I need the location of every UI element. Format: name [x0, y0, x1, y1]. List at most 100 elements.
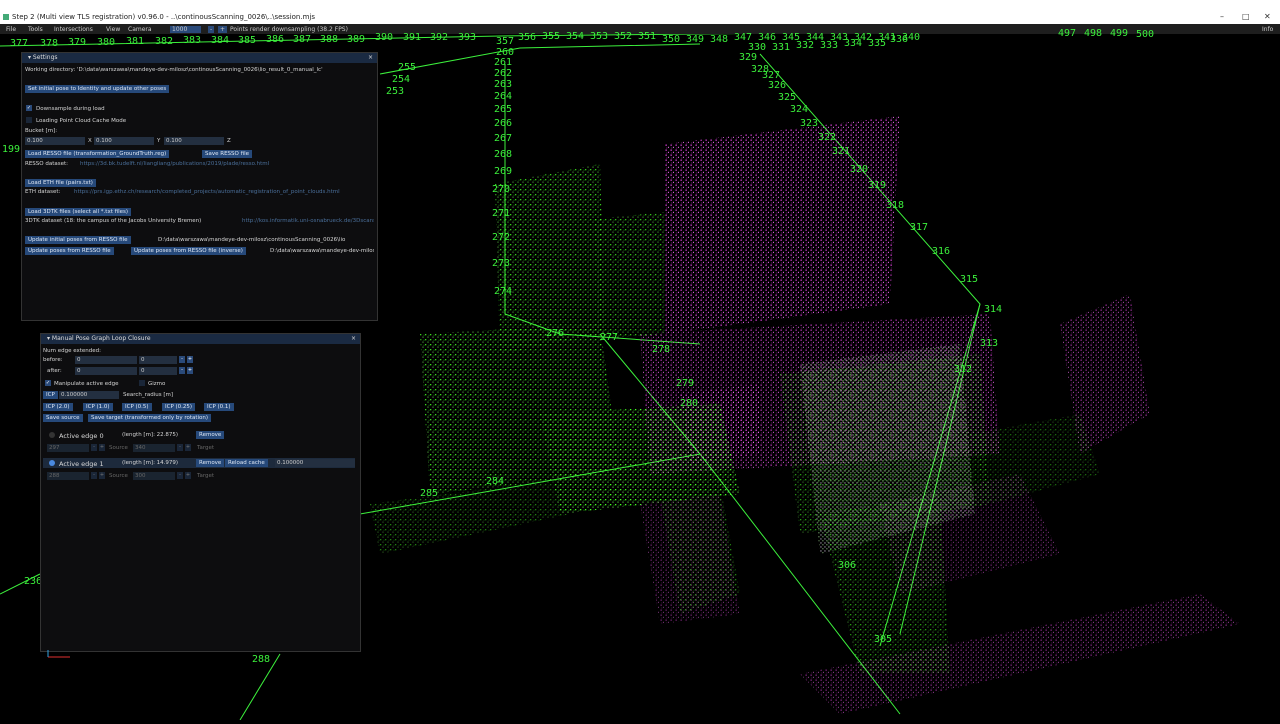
- downsample-checkbox[interactable]: ✓: [26, 105, 32, 111]
- menu-file[interactable]: File: [6, 26, 16, 33]
- edge-1-reload-value[interactable]: 0.100000: [275, 459, 355, 467]
- source-building-mid: [595, 212, 665, 339]
- update-poses-button[interactable]: Update poses from RESSO file: [25, 247, 114, 255]
- pose-index-393: 393: [458, 32, 477, 43]
- pose-index-315: 315: [960, 274, 979, 285]
- edge-1-target-plus[interactable]: +: [185, 472, 191, 479]
- pose-index-312: 312: [954, 364, 973, 375]
- edge-0-target-plus[interactable]: +: [185, 444, 191, 451]
- resso-dataset-link[interactable]: https://3d.bk.tudelft.nl/liangliang/publ…: [80, 161, 269, 167]
- edge-0-remove-button[interactable]: Remove: [196, 431, 225, 439]
- pose-index-272: 272: [492, 232, 511, 243]
- edge-1-radio[interactable]: [49, 460, 55, 466]
- edge-0-target-minus[interactable]: -: [177, 444, 183, 451]
- pose-index-277: 277: [600, 332, 619, 343]
- camera-speed-plus[interactable]: +: [218, 26, 228, 33]
- pose-index-279: 279: [676, 378, 695, 389]
- set-identity-button[interactable]: Set initial pose to Identity and update …: [25, 85, 170, 93]
- menu-tools[interactable]: Tools: [28, 26, 43, 33]
- pose-index-354: 354: [566, 31, 585, 42]
- pose-index-271: 271: [492, 208, 511, 219]
- after-minus-button[interactable]: -: [179, 367, 185, 374]
- load-resso-button[interactable]: Load RESSO file (transformation_GroundTr…: [25, 150, 170, 158]
- pose-index-335: 335: [868, 38, 887, 49]
- load-3dtk-button[interactable]: Load 3DTK files (select all *.txt files): [25, 208, 131, 216]
- pose-index-353: 353: [590, 31, 609, 42]
- after-input-a[interactable]: 0: [75, 367, 137, 375]
- icp-01-button[interactable]: ICP (0.1): [204, 403, 234, 411]
- bucket-y-input[interactable]: 0.100: [94, 137, 154, 145]
- pose-index-494: 499: [1110, 28, 1129, 39]
- minimize-button[interactable]: –: [1220, 12, 1224, 21]
- pose-index-269: 269: [494, 166, 513, 177]
- 3dtk-dataset-link[interactable]: http://kos.informatik.uni-osnabrueck.de/…: [242, 218, 374, 224]
- edge-1-target-minus[interactable]: -: [177, 472, 183, 479]
- icp-2-button[interactable]: ICP (2.0): [43, 403, 73, 411]
- pose-index-389: 389: [347, 34, 366, 45]
- camera-speed-field[interactable]: 1000: [170, 26, 202, 33]
- eth-dataset-link[interactable]: https://prs.igp.ethz.ch/research/complet…: [74, 189, 374, 195]
- bucket-x-input[interactable]: 0.100: [25, 137, 85, 145]
- menu-camera[interactable]: Camera: [128, 26, 152, 33]
- bucket-y-label: Y: [157, 138, 161, 144]
- icp-1-button[interactable]: ICP (1.0): [83, 403, 113, 411]
- edge-1-source-index[interactable]: 288: [47, 472, 89, 480]
- pose-index-264: 264: [494, 91, 513, 102]
- menu-intersections[interactable]: Intersections: [54, 26, 93, 33]
- pose-index-317: 317: [910, 222, 929, 233]
- edge-1-source-plus[interactable]: +: [99, 472, 105, 479]
- edge-1-reload-cache-button[interactable]: Reload cache: [225, 459, 268, 467]
- camera-speed-minus[interactable]: -: [208, 26, 215, 33]
- manipulate-edge-label: Manipulate active edge: [54, 381, 119, 387]
- before-input-a[interactable]: 0: [75, 356, 137, 364]
- edge-0-source-index[interactable]: 297: [47, 444, 89, 452]
- after-plus-button[interactable]: +: [187, 367, 193, 374]
- menu-view[interactable]: View: [106, 26, 120, 33]
- menu-info[interactable]: Info: [1262, 26, 1273, 33]
- icp-button[interactable]: ICP: [43, 391, 58, 399]
- pose-index-254: 254: [392, 74, 411, 85]
- close-window-button[interactable]: ✕: [1264, 12, 1271, 21]
- edge-1-remove-button[interactable]: Remove: [196, 459, 225, 467]
- pose-index-284: 284: [486, 476, 505, 487]
- edge-0-source-minus[interactable]: -: [91, 444, 97, 451]
- edge-0-target-index[interactable]: 340: [133, 444, 175, 452]
- gizmo-checkbox[interactable]: [139, 380, 145, 386]
- cache-mode-checkbox[interactable]: [26, 117, 32, 123]
- maximize-button[interactable]: □: [1242, 12, 1250, 21]
- edge-1-target-index[interactable]: 300: [133, 472, 175, 480]
- pose-index-384: 384: [211, 35, 230, 46]
- edge-1-target-label: Target: [197, 473, 215, 479]
- pose-index-280: 280: [680, 398, 699, 409]
- pose-index-316: 316: [932, 246, 951, 257]
- save-source-button[interactable]: Save source: [43, 414, 83, 422]
- pose-index-392: 392: [430, 32, 449, 43]
- before-plus-button[interactable]: +: [187, 356, 193, 363]
- working-directory: Working directory: 'D:\data\warszawa\man…: [25, 67, 323, 73]
- edge-0-label: Active edge 0: [59, 432, 104, 440]
- icp-05-button[interactable]: ICP (0.5): [122, 403, 152, 411]
- save-target-button[interactable]: Save target (transformed only by rotatio…: [88, 414, 212, 422]
- edge-1-source-minus[interactable]: -: [91, 472, 97, 479]
- close-icon[interactable]: ×: [351, 334, 356, 344]
- settings-header[interactable]: ▾ Settings ×: [22, 53, 377, 63]
- cache-mode-label: Loading Point Cloud Cache Mode: [36, 118, 127, 124]
- manipulate-edge-checkbox[interactable]: ✓: [45, 380, 51, 386]
- before-input-b[interactable]: 0: [139, 356, 177, 364]
- icp-value-input[interactable]: 0.100000: [59, 391, 119, 399]
- close-icon[interactable]: ×: [368, 53, 373, 63]
- after-input-b[interactable]: 0: [139, 367, 177, 375]
- loop-closure-header[interactable]: ▾ Manual Pose Graph Loop Closure ×: [41, 334, 360, 344]
- update-initial-poses-button[interactable]: Update initial poses from RESSO file: [25, 236, 131, 244]
- icp-025-button[interactable]: ICP (0.25): [162, 403, 196, 411]
- save-resso-button[interactable]: Save RESSO file: [202, 150, 252, 158]
- load-eth-button[interactable]: Load ETH file (pairs.txt): [25, 179, 96, 187]
- trajectory-line-2: [379, 43, 701, 75]
- update-poses-inverse-button[interactable]: Update poses from RESSO file (inverse): [131, 247, 246, 255]
- edge-0-radio[interactable]: [49, 432, 55, 438]
- pose-index-266: 266: [494, 118, 513, 129]
- before-minus-button[interactable]: -: [179, 356, 185, 363]
- bucket-z-input[interactable]: 0.100: [164, 137, 224, 145]
- edge-0-source-plus[interactable]: +: [99, 444, 105, 451]
- resso-dataset-label: RESSO dataset:: [25, 161, 69, 167]
